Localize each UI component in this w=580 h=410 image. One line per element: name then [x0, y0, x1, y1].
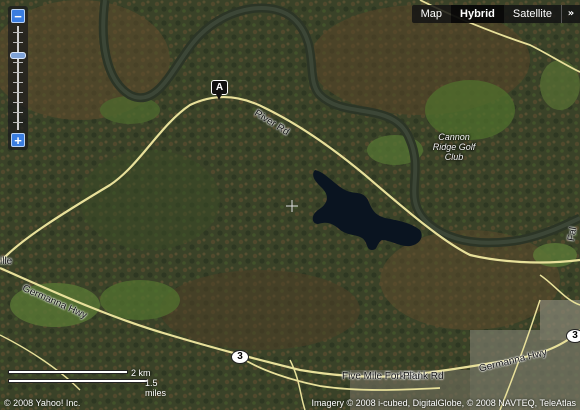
poi-golf-club-label: Cannon Ridge Golf Club — [432, 132, 476, 162]
zoom-control: − + — [8, 6, 28, 150]
zoom-tick — [13, 112, 23, 113]
more-options-chevron-icon[interactable]: » — [561, 5, 580, 23]
zoom-tick — [13, 122, 23, 123]
map-type-hybrid-button[interactable]: Hybrid — [451, 5, 504, 23]
zoom-out-button[interactable]: − — [11, 9, 25, 23]
route-3-shield-west: 3 — [231, 350, 249, 364]
scale-bar-km — [8, 370, 128, 374]
scale-mi-label: 1.5 miles — [145, 378, 167, 398]
map-canvas[interactable]: − + Map Hybrid Satellite » A River Rd Ge… — [0, 0, 580, 410]
scale-bar: 2 km 1.5 miles — [8, 368, 166, 398]
map-type-satellite-button[interactable]: Satellite — [504, 5, 561, 23]
road-label-plank-rd: Plank Rd — [403, 371, 444, 382]
map-type-map-button[interactable]: Map — [412, 5, 451, 23]
zoom-tick — [13, 102, 23, 103]
zoom-slider-thumb[interactable] — [10, 52, 26, 60]
road-label-fal: Fal — [566, 226, 580, 242]
map-type-switcher: Map Hybrid Satellite » — [411, 5, 580, 23]
zoom-tick — [13, 62, 23, 63]
route-3-shield-east: 3 — [566, 329, 580, 343]
satellite-imagery — [0, 0, 580, 410]
zoom-tick — [13, 72, 23, 73]
location-marker-a[interactable]: A — [211, 80, 228, 100]
scale-km-label: 2 km — [131, 368, 151, 378]
scale-bar-mi — [8, 379, 148, 383]
zoom-in-button[interactable]: + — [11, 133, 25, 147]
copyright-right: Imagery © 2008 i-cubed, DigitalGlobe, © … — [311, 398, 576, 408]
zoom-tick — [13, 32, 23, 33]
zoom-tick — [13, 42, 23, 43]
zoom-tick — [13, 82, 23, 83]
zoom-tick — [13, 92, 23, 93]
road-label-ille: ille — [0, 256, 13, 267]
copyright-left: © 2008 Yahoo! Inc. — [4, 398, 81, 408]
